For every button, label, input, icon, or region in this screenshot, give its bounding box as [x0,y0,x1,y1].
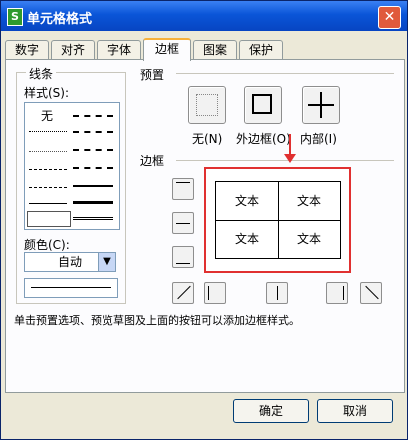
preview-cell: 文本 [216,182,279,221]
chevron-down-icon[interactable]: ▼ [98,253,115,271]
style-label: 样式(S): [24,86,70,100]
line-style-slant-dash-dot[interactable] [73,131,113,133]
title-bar: S 单元格格式 ✕ [1,1,407,31]
preset-outline-label: 外边框(O) [236,132,291,146]
border-top-button[interactable] [172,178,194,200]
highlight-arrowhead-icon [284,154,296,163]
cell-format-dialog: S 单元格格式 ✕ 数字 对齐 字体 边框 图案 保护 线条 样式(S): 无 [0,0,408,440]
cancel-button[interactable]: 取消 [317,399,393,423]
border-left-button[interactable] [204,282,226,304]
preview-cell: 文本 [296,232,321,246]
tab-protection[interactable]: 保护 [239,40,283,59]
preview-cell: 文本 [216,220,279,258]
ok-button[interactable]: 确定 [233,399,309,423]
highlight-arrow-icon [289,134,291,156]
tab-pattern[interactable]: 图案 [193,40,237,59]
line-style-medium-dash-dot-dot[interactable] [73,115,113,117]
preset-outline-button[interactable] [244,86,282,124]
line-style-none[interactable]: 无 [41,107,53,124]
presets-title: 预置 [140,68,165,82]
line-group-title: 线条 [26,65,57,82]
line-style-dash-dot-dot[interactable] [29,169,67,170]
line-style-list[interactable]: 无 [24,102,120,230]
line-style-medium-dashed[interactable] [73,167,113,169]
line-style-thick[interactable] [73,201,113,204]
border-bottom-button[interactable] [172,246,194,268]
preset-none-button[interactable] [188,86,226,124]
hint-text: 单击预置选项、预览草图及上面的按钮可以添加边框样式。 [14,314,300,327]
border-tab-panel: 线条 样式(S): 无 颜色(C): 自动 ▼ 预置 无(N) 外边框(O) 内… [5,59,405,393]
app-icon: S [7,8,23,26]
border-middle-vertical-button[interactable] [266,282,288,304]
border-middle-horizontal-button[interactable] [172,212,194,234]
line-style-medium-dash-dot[interactable] [73,149,113,151]
tab-alignment[interactable]: 对齐 [51,40,95,59]
dialog-title: 单元格格式 [27,12,93,27]
border-group-title: 边框 [140,154,165,168]
color-label: 颜色(C): [24,238,70,252]
preset-none-label: 无(N) [192,132,223,146]
color-dropdown[interactable]: 自动 ▼ [24,252,116,272]
line-style-double[interactable] [73,217,113,220]
line-style-thin[interactable] [29,203,67,204]
preview-table[interactable]: 文本 文本 文本 文本 [215,181,341,259]
preset-inside-label: 内部(I) [300,132,337,146]
close-button[interactable]: ✕ [378,6,401,29]
line-style-selected-thin[interactable] [27,211,71,227]
preview-cell: 文本 [278,182,340,221]
border-diagonal-up-button[interactable] [172,282,194,304]
tab-border[interactable]: 边框 [143,38,191,61]
border-preview-area[interactable]: 文本 文本 文本 文本 [204,167,351,273]
tab-font[interactable]: 字体 [97,40,141,59]
line-style-medium[interactable] [73,185,113,187]
line-style-dash-dot[interactable] [29,187,67,188]
line-style-dotted[interactable] [29,151,67,152]
border-right-button[interactable] [326,282,348,304]
preset-inside-button[interactable] [302,86,340,124]
presets-divider [176,73,394,74]
line-style-hairline[interactable] [29,131,67,132]
line-sample-preview [24,278,118,298]
tab-number[interactable]: 数字 [5,40,49,59]
color-dropdown-value: 自动 [57,255,82,269]
border-diagonal-down-button[interactable] [360,282,382,304]
